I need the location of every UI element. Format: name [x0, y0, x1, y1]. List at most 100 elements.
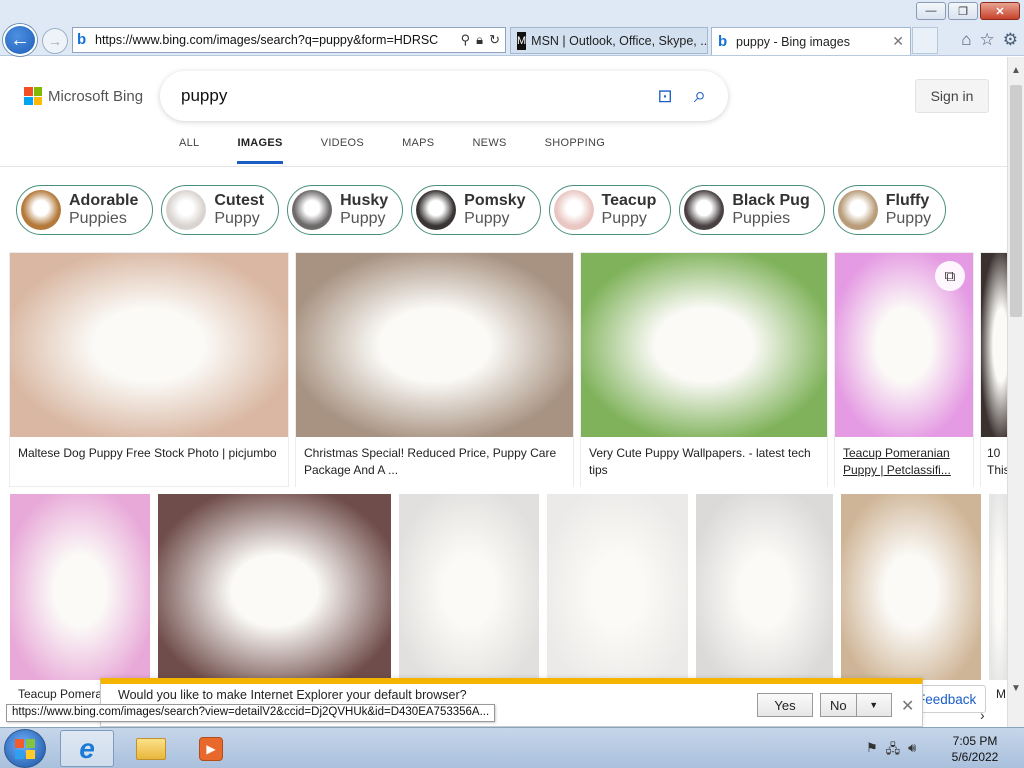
address-bar[interactable]: b https://www.bing.com/images/search?q=p…	[72, 27, 506, 53]
image-result[interactable]	[696, 494, 833, 680]
image-caption[interactable]: Maltese Dog Puppy Free Stock Photo | pic…	[10, 437, 288, 470]
gear-icon[interactable]: ⚙	[1003, 30, 1018, 50]
image-result[interactable]	[10, 494, 150, 680]
image-caption[interactable]: Teacup Pomera	[18, 687, 102, 701]
image-result[interactable]: 10 This	[981, 253, 1007, 487]
search-box[interactable]: ⊡ ⌕	[160, 71, 728, 121]
no-button-label: No	[829, 697, 847, 713]
microsoft-logo-icon	[24, 87, 42, 105]
result-image[interactable]	[158, 494, 391, 680]
search-dropdown-icon[interactable]: ⚲	[461, 32, 471, 48]
image-caption[interactable]: Christmas Special! Reduced Price, Puppy …	[296, 437, 573, 487]
close-tab-icon[interactable]: ✕	[892, 33, 904, 50]
image-result[interactable]	[399, 494, 539, 680]
taskbar-media-player[interactable]: ▶	[184, 730, 238, 767]
search-icon[interactable]: ⌕	[688, 83, 712, 107]
close-window-button[interactable]: ✕	[980, 2, 1020, 20]
result-image[interactable]	[296, 253, 573, 437]
result-image[interactable]	[581, 253, 827, 437]
expand-icon[interactable]: ⧉	[935, 261, 965, 291]
back-button[interactable]: ←	[3, 24, 37, 56]
chip-adorable-puppies[interactable]: Adorable Puppies	[16, 185, 154, 235]
action-center-flag-icon[interactable]: ⚑	[866, 740, 878, 762]
lock-icon[interactable]: 🔒︎	[476, 32, 483, 48]
scrollbar-thumb[interactable]	[1010, 85, 1022, 317]
volume-icon[interactable]: 🔊︎	[908, 740, 916, 762]
tab-all[interactable]: ALL	[179, 137, 199, 164]
forward-arrow-icon: →	[48, 33, 62, 49]
chip-thumbnail	[684, 190, 725, 230]
favorites-star-icon[interactable]: ☆	[980, 30, 995, 50]
address-url[interactable]: https://www.bing.com/images/search?q=pup…	[95, 33, 461, 47]
result-image[interactable]	[981, 253, 1007, 437]
result-image[interactable]	[399, 494, 539, 680]
tab-bing-images[interactable]: b puppy - Bing images ✕	[711, 27, 911, 55]
yes-button[interactable]: Yes	[757, 693, 813, 717]
scroll-up-icon[interactable]: ▲	[1011, 65, 1021, 76]
close-notification-icon[interactable]: ✕	[901, 696, 914, 716]
tab-msn[interactable]: M MSN | Outlook, Office, Skype, ...	[510, 27, 708, 54]
taskbar-file-explorer[interactable]	[124, 730, 178, 767]
tab-news[interactable]: NEWS	[472, 137, 506, 164]
result-image[interactable]	[841, 494, 981, 680]
vertical-scrollbar[interactable]: ▲ ▼	[1007, 57, 1024, 727]
image-caption[interactable]: 10 This	[981, 437, 1007, 487]
result-image[interactable]	[10, 253, 288, 437]
start-button[interactable]	[4, 729, 46, 768]
search-tabs: ALL IMAGES VIDEOS MAPS NEWS SHOPPING	[160, 137, 624, 164]
refresh-icon[interactable]: ↻	[489, 32, 500, 48]
search-input[interactable]	[181, 86, 631, 106]
back-arrow-icon: ←	[10, 28, 30, 51]
chip-fluffy-puppy[interactable]: Fluffy Puppy	[832, 185, 947, 235]
image-result[interactable]: Christmas Special! Reduced Price, Puppy …	[296, 253, 573, 487]
tab-images[interactable]: IMAGES	[237, 137, 283, 164]
image-result[interactable]: Very Cute Puppy Wallpapers. - latest tec…	[581, 253, 827, 487]
chip-teacup-puppy[interactable]: Teacup Puppy	[548, 185, 672, 235]
status-bar-url: https://www.bing.com/images/search?view=…	[6, 704, 496, 722]
chip-thumbnail	[21, 190, 61, 230]
visual-search-icon[interactable]: ⊡	[654, 85, 676, 107]
image-result[interactable]	[841, 494, 981, 680]
result-image[interactable]	[547, 494, 688, 680]
chip-pomsky-puppy[interactable]: Pomsky Puppy	[411, 185, 541, 235]
image-result-hovered[interactable]: ⧉ Teacup Pomeranian Puppy | Petclassifi.…	[835, 253, 973, 487]
image-result[interactable]: Maltese Dog Puppy Free Stock Photo | pic…	[10, 253, 288, 486]
chip-black-pug-puppies[interactable]: Black Pug Puppies	[679, 185, 825, 235]
image-result[interactable]	[547, 494, 688, 680]
taskbar-internet-explorer[interactable]: e	[60, 730, 114, 767]
chip-thumbnail	[416, 190, 457, 230]
chevron-down-icon[interactable]: ▼	[855, 694, 892, 716]
network-icon[interactable]: 🖧︎	[886, 740, 901, 762]
home-icon[interactable]: ⌂	[961, 30, 971, 50]
chevron-right-icon[interactable]: ›	[980, 707, 985, 723]
new-tab-button[interactable]	[912, 27, 938, 54]
clock-date: 5/6/2022	[951, 750, 999, 764]
related-searches: Adorable Puppies Cutest Puppy Husky Puppy P…	[16, 185, 947, 235]
window-titlebar: — ❐ ✕	[0, 0, 1024, 24]
forward-button[interactable]: →	[42, 28, 68, 54]
chip-cutest-puppy[interactable]: Cutest Puppy	[161, 185, 280, 235]
image-result[interactable]	[158, 494, 391, 680]
image-caption[interactable]: M	[996, 687, 1006, 701]
image-caption[interactable]: Teacup Pomeranian Puppy | Petclassifi...	[835, 437, 973, 487]
internet-explorer-icon: e	[79, 732, 95, 764]
sign-in-button[interactable]: Sign in	[915, 79, 989, 113]
result-image[interactable]	[696, 494, 833, 680]
clock[interactable]: 7:05 PM 5/6/2022	[940, 733, 1010, 765]
tab-shopping[interactable]: SHOPPING	[545, 137, 605, 164]
tab-videos[interactable]: VIDEOS	[321, 137, 364, 164]
no-button[interactable]: No ▼	[820, 693, 892, 717]
page-viewport: Microsoft Bing ⊡ ⌕ Sign in ALL IMAGES VI…	[0, 57, 1007, 727]
result-image[interactable]: ⧉	[835, 253, 973, 437]
scroll-down-icon[interactable]: ▼	[1011, 683, 1021, 694]
result-image[interactable]	[989, 494, 1007, 680]
media-player-icon: ▶	[199, 736, 223, 761]
image-result[interactable]	[989, 494, 1007, 680]
result-image[interactable]	[10, 494, 150, 680]
maximize-button[interactable]: ❐	[948, 2, 978, 20]
tab-maps[interactable]: MAPS	[402, 137, 434, 164]
chip-husky-puppy[interactable]: Husky Puppy	[287, 185, 404, 235]
bing-logo[interactable]: Microsoft Bing	[24, 87, 143, 105]
minimize-button[interactable]: —	[916, 2, 946, 20]
image-caption[interactable]: Very Cute Puppy Wallpapers. - latest tec…	[581, 437, 827, 487]
